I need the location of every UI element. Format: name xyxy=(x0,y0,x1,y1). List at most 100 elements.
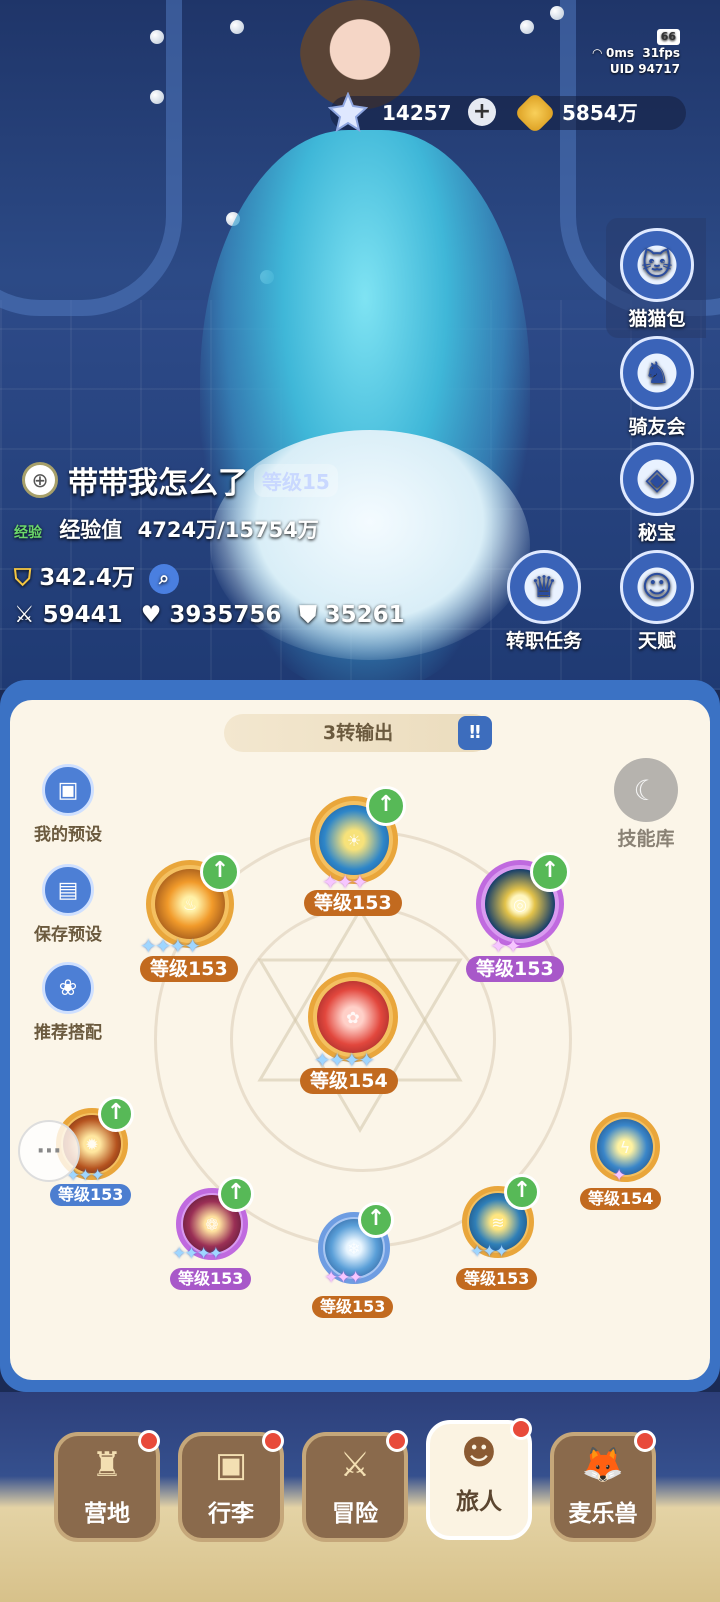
combat-power: 342.4万 xyxy=(39,565,136,591)
moon-icon: ☾ xyxy=(614,758,678,822)
upgrade-arrow-icon[interactable]: ↑ xyxy=(366,786,406,826)
gem-count: 14257 xyxy=(382,101,452,125)
fire-spirit-skill-icon: ✿ xyxy=(317,981,389,1053)
panel-title[interactable]: 3转输出 xyxy=(224,714,492,752)
flower-icon: ❀ xyxy=(42,962,94,1014)
upgrade-arrow-icon[interactable]: ↑ xyxy=(530,852,570,892)
skill-level: 等级153 xyxy=(50,1184,132,1206)
side-label: 猫猫包 xyxy=(628,308,686,330)
nav-label: 冒险 xyxy=(332,1501,378,1527)
arch xyxy=(0,0,182,316)
wifi-icon: ◠ xyxy=(592,46,602,60)
defense-value: 35261 xyxy=(324,602,405,628)
pearl xyxy=(520,20,534,34)
job-quest-button[interactable]: ♛ 转职任务 xyxy=(494,550,594,653)
book-icon[interactable]: ‼ xyxy=(458,716,492,750)
search-icon[interactable]: ⌕ xyxy=(149,563,180,594)
battery-indicator: 66 xyxy=(656,29,680,45)
exp-tag: 经验 xyxy=(14,525,42,541)
treasure-button[interactable]: ◈ 秘宝 xyxy=(614,442,700,545)
horse-icon: ♞ xyxy=(620,336,694,410)
star-rating: ✦✦✦✦ xyxy=(172,1244,223,1264)
cat-bag-button[interactable]: 🐱 猫猫包 xyxy=(614,228,700,331)
treasure-icon: ◈ xyxy=(620,442,694,516)
star-rating: ✦ xyxy=(612,1166,626,1186)
nav-luggage[interactable]: ▣ 行李 xyxy=(178,1430,284,1542)
coin-count: 5854万 xyxy=(562,101,638,125)
skill-level: 等级154 xyxy=(300,1068,398,1094)
swords-icon: ⚔ xyxy=(14,602,35,628)
nav-adventure[interactable]: ⚔ 冒险 xyxy=(302,1430,408,1542)
skill-library-button[interactable]: ☾ 技能库 xyxy=(606,758,686,851)
skill-level: 等级153 xyxy=(466,956,564,982)
attr-row: ⚔ 59441 ♥ 3935756 ⛊ 35261 xyxy=(14,602,405,628)
nav-pets[interactable]: 🦊 麦乐兽 xyxy=(550,1430,656,1542)
notification-dot xyxy=(386,1430,408,1452)
upgrade-arrow-icon[interactable]: ↑ xyxy=(504,1174,540,1210)
upgrade-arrow-icon[interactable]: ↑ xyxy=(98,1096,134,1132)
library-label: 技能库 xyxy=(617,828,675,850)
talent-button[interactable]: ☺ 天赋 xyxy=(614,550,700,653)
status-hud: 66 ◠ 0ms 31fps UID 94717 xyxy=(593,28,680,77)
star-rating: ✦✦ xyxy=(490,934,521,958)
pearl xyxy=(150,90,164,104)
heart-icon: ♥ xyxy=(140,602,162,628)
cat-bag-icon: 🐱 xyxy=(620,228,694,302)
pearl xyxy=(150,30,164,44)
cards-icon: ▣ xyxy=(42,764,94,816)
notification-dot xyxy=(262,1430,284,1452)
skill-level: 等级153 xyxy=(312,1296,394,1318)
star-rating: ✦✦✦✦ xyxy=(140,934,201,958)
star-rating: ✦✦✦ xyxy=(470,1242,509,1262)
add-gems-button[interactable]: + xyxy=(468,98,496,126)
my-preset-button[interactable]: ▣ 我的预设 xyxy=(18,764,118,845)
ping-value: 0ms xyxy=(605,46,634,60)
talent-head-icon: ☺ xyxy=(620,550,694,624)
pearl xyxy=(550,6,564,20)
hp-value: 3935756 xyxy=(169,602,282,628)
side-label: 转职任务 xyxy=(505,630,582,652)
nav-camp[interactable]: ♜ 营地 xyxy=(54,1430,160,1542)
nav-label: 行李 xyxy=(208,1501,254,1527)
shield-icon: ⛊ xyxy=(299,602,317,628)
skill-level: 等级153 xyxy=(170,1268,252,1290)
nav-traveler[interactable]: ☻ 旅人 xyxy=(426,1418,532,1540)
skill-level: 等级153 xyxy=(456,1268,538,1290)
recommend-button[interactable]: ❀ 推荐搭配 xyxy=(18,962,118,1043)
exp-label: 经验值 xyxy=(59,518,123,542)
rider-club-button[interactable]: ♞ 骑友会 xyxy=(614,336,700,439)
side-label: 秘宝 xyxy=(637,522,676,544)
side-label: 天赋 xyxy=(637,630,676,652)
player-name-row: ⊕ 带带我怎么了 等级15 xyxy=(22,460,338,501)
power-row: ⛉ 342.4万 ⌕ xyxy=(14,558,180,594)
crystal-icon xyxy=(328,92,368,132)
uid-text: UID 94717 xyxy=(609,62,680,76)
skill-level: 等级154 xyxy=(580,1188,662,1210)
lightning-skill-icon: ϟ xyxy=(597,1119,653,1175)
star-rating: ✦✦✦ xyxy=(324,1268,363,1288)
chat-bubble-icon[interactable]: ··· xyxy=(18,1120,80,1182)
player-level: 等级15 xyxy=(254,463,338,497)
left-label: 保存预设 xyxy=(34,925,102,945)
left-label: 我的预设 xyxy=(34,825,102,845)
skill-level: 等级153 xyxy=(304,890,402,916)
save-icon: ▤ xyxy=(42,864,94,916)
nav-label: 麦乐兽 xyxy=(568,1501,638,1527)
pearl xyxy=(230,20,244,34)
shield-badge-icon: ⛉ xyxy=(14,565,32,591)
upgrade-arrow-icon[interactable]: ↑ xyxy=(218,1176,254,1212)
notification-dot xyxy=(510,1418,532,1440)
attack-value: 59441 xyxy=(42,602,123,628)
fps-value: 31fps xyxy=(642,46,680,60)
exp-value: 4724万/15754万 xyxy=(137,518,319,542)
notification-dot xyxy=(634,1430,656,1452)
exp-row: 经验 经验值 4724万/15754万 xyxy=(14,514,319,544)
notification-dot xyxy=(138,1430,160,1452)
side-label: 骑友会 xyxy=(628,416,686,438)
save-preset-button[interactable]: ▤ 保存预设 xyxy=(18,864,118,945)
upgrade-arrow-icon[interactable]: ↑ xyxy=(358,1202,394,1238)
upgrade-arrow-icon[interactable]: ↑ xyxy=(200,852,240,892)
class-emblem-icon[interactable]: ⊕ xyxy=(22,462,58,498)
nav-label: 营地 xyxy=(84,1501,130,1527)
player-name: 带带我怎么了 xyxy=(68,466,248,501)
